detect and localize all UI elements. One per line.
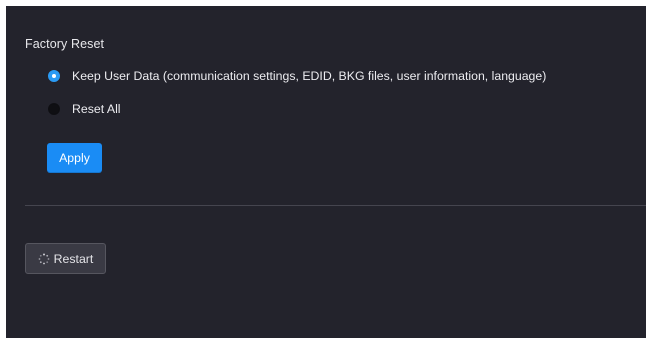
radio-keep-user-data[interactable]: Keep User Data (communication settings, … (48, 68, 546, 84)
radio-label-reset-all: Reset All (72, 102, 121, 116)
apply-button[interactable]: Apply (47, 143, 102, 173)
radio-button-unselected[interactable] (48, 103, 60, 115)
restart-label: Restart (53, 251, 94, 266)
factory-reset-panel: Factory Reset Keep User Data (communicat… (6, 6, 646, 338)
radio-label-keep-user-data: Keep User Data (communication settings, … (72, 69, 547, 83)
section-title: Factory Reset (25, 37, 105, 51)
loading-spinner-icon (38, 253, 50, 265)
radio-button-selected[interactable] (48, 70, 60, 82)
radio-reset-all[interactable]: Reset All (48, 101, 121, 117)
section-divider (25, 205, 646, 206)
restart-button[interactable]: Restart (25, 243, 106, 274)
